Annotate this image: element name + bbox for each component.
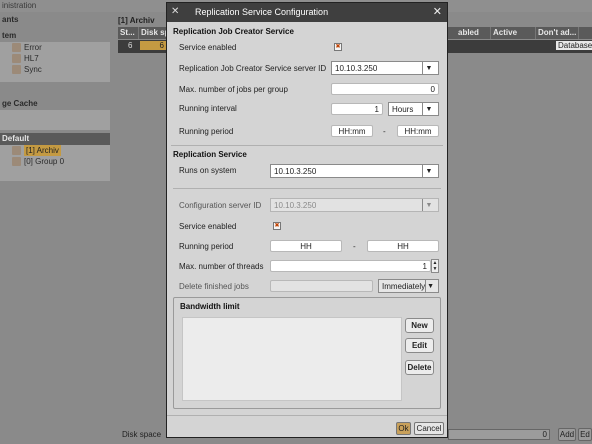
repl-enabled-checkbox[interactable]: ✖: [273, 222, 281, 230]
delete-jobs-input[interactable]: [270, 280, 373, 292]
group-icon: [12, 157, 21, 166]
edit-button[interactable]: Edit: [405, 338, 434, 353]
footer-divider: [167, 415, 447, 416]
creator-enabled-checkbox[interactable]: ✖: [334, 43, 342, 51]
default-list: [1] Archiv [0] Group 0: [0, 145, 110, 181]
chevron-down-icon: ▼: [422, 165, 435, 177]
col-status[interactable]: St...: [118, 27, 139, 39]
tree-item-archiv[interactable]: [1] Archiv: [0, 145, 110, 156]
tree-item-error[interactable]: Error: [0, 42, 110, 53]
max-jobs-input[interactable]: 0: [331, 83, 439, 95]
creator-period-to[interactable]: HH:mm: [397, 125, 439, 137]
runs-on-select[interactable]: 10.10.3.250 ▼: [270, 164, 439, 178]
delete-mode-select[interactable]: Immediately ▼: [378, 279, 439, 293]
repl-period-from[interactable]: HH: [270, 240, 342, 252]
cancel-button[interactable]: Cancel: [414, 422, 444, 435]
dialog-titlebar: ✕ Replication Service Configuration ✕: [167, 3, 447, 22]
default-heading: Default: [0, 133, 110, 145]
creator-enabled-label: Service enabled: [179, 43, 237, 52]
ok-button[interactable]: Ok: [396, 422, 411, 435]
interval-label: Running interval: [179, 104, 237, 113]
divider: [173, 188, 441, 189]
system-heading: tem: [2, 31, 17, 40]
max-jobs-label: Max. number of jobs per group: [179, 85, 288, 94]
cache-list: [0, 110, 110, 130]
panel-heading: ants: [2, 15, 19, 24]
replication-dialog: ✕ Replication Service Configuration ✕ Re…: [166, 2, 448, 438]
new-button[interactable]: New: [405, 318, 434, 333]
repl-period-label: Running period: [179, 242, 234, 251]
threads-label: Max. number of threads: [179, 262, 264, 271]
tree-item-group0[interactable]: [0] Group 0: [0, 156, 110, 167]
chevron-down-icon: ▼: [422, 103, 435, 115]
config-id-select: 10.10.3.250 ▼: [270, 198, 439, 212]
bandwidth-title: Bandwidth limit: [180, 302, 240, 311]
repl-period-to[interactable]: HH: [367, 240, 439, 252]
bandwidth-group: Bandwidth limit New Edit Delete: [173, 297, 441, 409]
sync-icon: [12, 65, 21, 74]
dialog-title: Replication Service Configuration: [195, 7, 329, 17]
hl7-icon: [12, 54, 21, 63]
disk-space-field[interactable]: 0: [448, 429, 550, 440]
tree-item-hl7[interactable]: HL7: [0, 53, 110, 64]
grid-caption: [1] Archiv: [118, 16, 155, 25]
interval-input[interactable]: 1: [331, 103, 383, 115]
repl-enabled-label: Service enabled: [179, 222, 237, 231]
chevron-down-icon: ▼: [422, 199, 435, 211]
section-divider: [171, 145, 443, 146]
close-icon[interactable]: ✕: [433, 3, 442, 22]
creator-server-id-select[interactable]: 10.10.3.250 ▼: [331, 61, 439, 75]
delete-button[interactable]: Delete: [405, 360, 434, 375]
add-button[interactable]: Add: [558, 428, 576, 441]
creator-period-from[interactable]: HH:mm: [331, 125, 373, 137]
app-logo-icon: ✕: [171, 6, 180, 17]
chevron-down-icon: ▼: [425, 280, 435, 292]
col-dont-add[interactable]: Don't ad...: [536, 27, 579, 39]
period-dash: -: [353, 242, 356, 251]
error-icon: [12, 43, 21, 52]
runs-on-label: Runs on system: [179, 166, 237, 175]
interval-unit-select[interactable]: Hours ▼: [388, 102, 439, 116]
chevron-down-icon: ▼: [422, 62, 435, 74]
creator-server-id-label: Replication Job Creator Service server I…: [179, 64, 327, 73]
threads-stepper[interactable]: ▲ ▼: [431, 259, 439, 273]
threads-input[interactable]: 1: [270, 260, 431, 272]
row-status: 6: [128, 41, 133, 50]
bandwidth-list[interactable]: [182, 317, 402, 401]
row-database: Database: [556, 41, 592, 50]
cache-heading: ge Cache: [2, 99, 38, 108]
creator-period-label: Running period: [179, 127, 234, 136]
left-panel: ants tem Error HL7 Sync ge Cache Default…: [0, 14, 110, 442]
creator-section-title: Replication Job Creator Service: [173, 27, 294, 36]
col-active[interactable]: Active: [491, 27, 536, 39]
archive-icon: [12, 146, 21, 155]
row-disk: 6: [140, 41, 166, 50]
system-list: Error HL7 Sync: [0, 42, 110, 82]
delete-jobs-label: Delete finished jobs: [179, 282, 249, 291]
disk-space-label: Disk space: [122, 430, 162, 439]
replication-section-title: Replication Service: [173, 150, 247, 159]
period-dash: -: [383, 127, 386, 136]
edit-button-bg[interactable]: Ed: [578, 428, 592, 441]
config-id-label: Configuration server ID: [179, 201, 262, 210]
tree-item-sync[interactable]: Sync: [0, 64, 110, 75]
col-enabled[interactable]: abled: [456, 27, 491, 39]
